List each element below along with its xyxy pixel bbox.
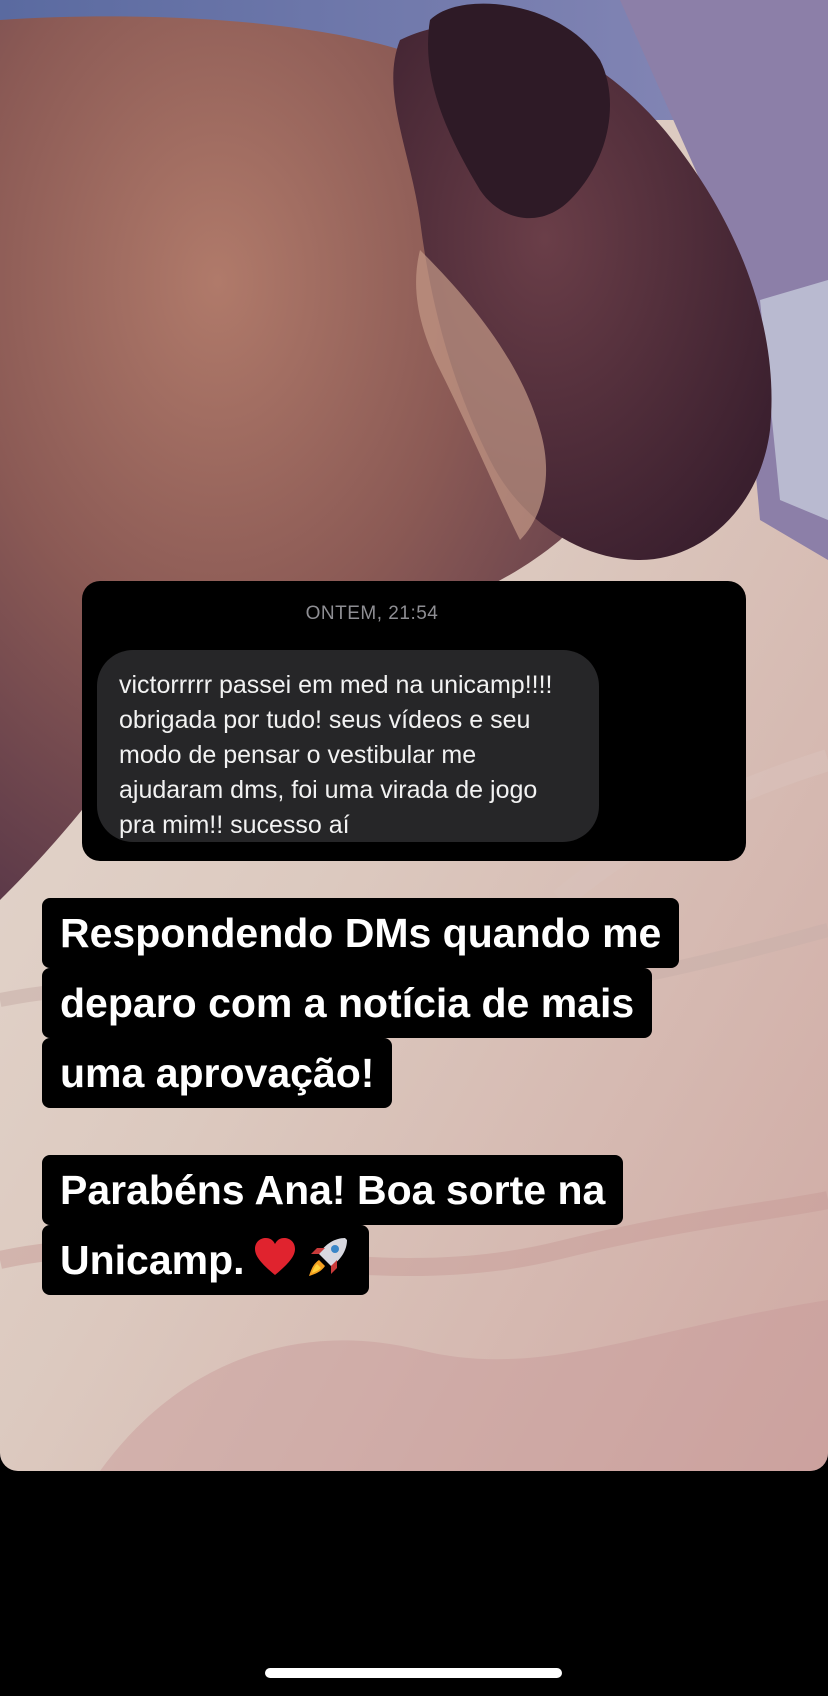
dm-message-line: ajudaram dms, foi uma virada de jogo [119, 776, 538, 804]
home-indicator[interactable] [265, 1668, 562, 1678]
caption-line: uma aprovação! [42, 1038, 393, 1108]
caption-second: Parabéns Ana! Boa sorte na Unicamp. [42, 1155, 624, 1295]
caption-line: Respondendo DMs quando me [42, 898, 680, 968]
dm-message-line: modo de pensar o vestibular me [119, 741, 477, 769]
caption-line-text: Unicamp. [60, 1237, 245, 1283]
dm-message-line: pra mim!! sucesso aí [119, 811, 350, 839]
dm-screenshot-card: ONTEM, 21:54 victorrrrr passei em med na… [82, 581, 746, 861]
dm-message-bubble: victorrrrr passei em med na unicamp!!!! … [97, 650, 599, 842]
caption-line-with-emoji: Unicamp. [42, 1225, 369, 1295]
dm-message-line: obrigada por tudo! seus vídeos e seu [119, 706, 531, 734]
heart-emoji [253, 1237, 297, 1289]
story-frame: ONTEM, 21:54 victorrrrr passei em med na… [0, 0, 828, 1471]
caption-line: deparo com a notícia de mais [42, 968, 653, 1038]
rocket-emoji [305, 1234, 351, 1292]
dm-message-line: victorrrrr passei em med na unicamp!!!! [119, 671, 553, 699]
caption-first: Respondendo DMs quando me deparo com a n… [42, 898, 680, 1108]
bottom-area [0, 1471, 828, 1696]
caption-line: Parabéns Ana! Boa sorte na [42, 1155, 624, 1225]
dm-timestamp: ONTEM, 21:54 [305, 603, 439, 624]
